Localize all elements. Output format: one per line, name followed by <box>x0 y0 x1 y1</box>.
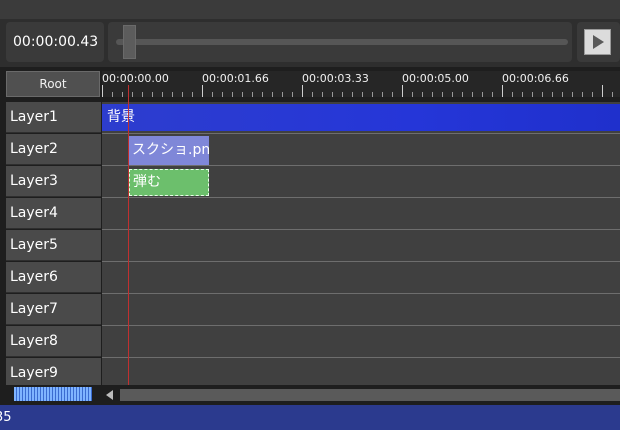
ruler-tick <box>322 92 323 97</box>
ruler-tick <box>272 92 273 97</box>
layer-label[interactable]: Layer7 <box>6 294 101 325</box>
ruler-tick <box>592 92 593 97</box>
track-row[interactable] <box>102 198 620 230</box>
layer-label[interactable]: Layer2 <box>6 134 101 165</box>
background-clip[interactable]: 背景 <box>102 104 620 131</box>
ruler-tick <box>412 92 413 97</box>
layer-label[interactable]: Layer3 <box>6 166 101 197</box>
layer-list: Layer1 Layer2 Layer3 Layer4 Layer5 Layer… <box>6 102 101 385</box>
ruler-tick <box>442 92 443 97</box>
time-ruler[interactable]: 00:00:00.00 00:00:01.66 00:00:03.33 00:0… <box>102 71 620 97</box>
ruler-tick <box>362 92 363 97</box>
root-button[interactable]: Root <box>6 71 100 97</box>
track-row[interactable]: 弾む <box>102 166 620 198</box>
status-text: 35 <box>0 410 12 425</box>
ruler-tick <box>162 92 163 97</box>
effect-clip[interactable]: 弾む <box>129 169 209 196</box>
ruler-tick <box>422 92 423 97</box>
ruler-tick <box>462 92 463 97</box>
timecode-display: 00:00:00.43 <box>6 22 104 62</box>
ruler-label: 00:00:06.66 <box>502 72 569 85</box>
ruler-tick <box>132 92 133 97</box>
layer-label[interactable]: Layer6 <box>6 262 101 293</box>
ruler-tick <box>252 92 253 97</box>
scroll-left-arrow-icon[interactable] <box>106 390 113 400</box>
ruler-tick <box>222 92 223 97</box>
ruler-tick <box>102 85 103 97</box>
ruler-tick <box>552 92 553 97</box>
seek-track[interactable] <box>116 39 568 45</box>
ruler-tick <box>212 92 213 97</box>
timeline-panel: Root 00:00:00.00 00:00:01.66 00:00:03.33… <box>0 67 620 385</box>
ruler-tick <box>542 92 543 97</box>
ruler-tick <box>332 92 333 97</box>
ruler-label: 00:00:01.66 <box>202 72 269 85</box>
ruler-tick <box>202 85 203 97</box>
ruler-tick <box>522 92 523 97</box>
horizontal-scrollbar[interactable] <box>120 389 620 401</box>
status-bar: 35 <box>0 405 620 430</box>
ruler-tick <box>242 92 243 97</box>
track-area[interactable]: 背景 スクショ.png 弾む <box>102 102 620 385</box>
ruler-tick <box>122 92 123 97</box>
ruler-tick <box>152 92 153 97</box>
layer-label[interactable]: Layer8 <box>6 326 101 357</box>
ruler-tick <box>482 92 483 97</box>
ruler-tick <box>502 85 503 97</box>
ruler-tick <box>342 92 343 97</box>
ruler-tick <box>382 92 383 97</box>
track-row[interactable]: スクショ.png <box>102 134 620 166</box>
ruler-tick <box>172 92 173 97</box>
ruler-tick <box>312 92 313 97</box>
ruler-tick <box>402 85 403 97</box>
ruler-tick <box>452 92 453 97</box>
top-bar <box>0 0 620 20</box>
horizontal-scroll-area <box>0 385 620 405</box>
track-row[interactable] <box>102 358 620 385</box>
seek-thumb[interactable] <box>123 25 136 59</box>
ruler-label: 00:00:03.33 <box>302 72 369 85</box>
play-button-container <box>577 22 620 62</box>
ruler-label: 00:00:00.00 <box>102 72 169 85</box>
ruler-tick <box>372 92 373 97</box>
zoom-slider[interactable] <box>14 387 92 401</box>
ruler-tick <box>532 92 533 97</box>
ruler-tick <box>192 92 193 97</box>
ruler-tick <box>612 92 613 97</box>
ruler-tick <box>292 92 293 97</box>
play-button[interactable] <box>584 29 611 55</box>
layer-label[interactable]: Layer1 <box>6 102 101 133</box>
seek-bar[interactable] <box>108 22 572 62</box>
ruler-tick <box>232 92 233 97</box>
layer-label[interactable]: Layer5 <box>6 230 101 261</box>
play-icon <box>593 35 604 49</box>
ruler-tick <box>492 92 493 97</box>
ruler-tick <box>472 92 473 97</box>
ruler-tick <box>142 92 143 97</box>
ruler-tick <box>582 92 583 97</box>
ruler-tick <box>112 92 113 97</box>
ruler-tick <box>572 92 573 97</box>
ruler-tick <box>392 92 393 97</box>
ruler-label: 00:00:05.00 <box>402 72 469 85</box>
ruler-tick <box>352 92 353 97</box>
transport-bar: 00:00:00.43 <box>0 19 620 67</box>
ruler-tick <box>182 92 183 97</box>
ruler-tick <box>432 92 433 97</box>
playhead[interactable] <box>128 85 129 385</box>
track-row[interactable] <box>102 230 620 262</box>
track-row[interactable] <box>102 326 620 358</box>
track-row[interactable]: 背景 <box>102 102 620 134</box>
ruler-tick <box>602 85 603 97</box>
ruler-tick <box>512 92 513 97</box>
ruler-tick <box>562 92 563 97</box>
track-row[interactable] <box>102 294 620 326</box>
track-row[interactable] <box>102 262 620 294</box>
ruler-tick <box>282 92 283 97</box>
ruler-tick <box>262 92 263 97</box>
ruler-tick <box>302 85 303 97</box>
image-clip[interactable]: スクショ.png <box>129 136 209 165</box>
layer-label[interactable]: Layer9 <box>6 358 101 385</box>
layer-label[interactable]: Layer4 <box>6 198 101 229</box>
